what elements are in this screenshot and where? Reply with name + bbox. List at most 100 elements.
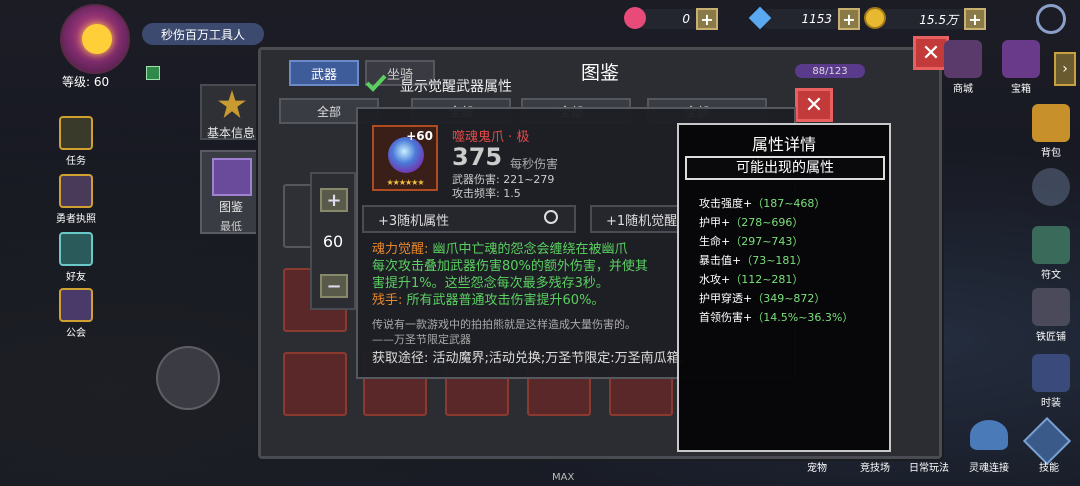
attribute-range: （187~468） bbox=[752, 197, 826, 210]
rune-button[interactable]: 符文 bbox=[1028, 226, 1074, 281]
attribute-range: （73~181） bbox=[741, 254, 808, 267]
awaken-key: 魂力觉醒: bbox=[372, 242, 429, 257]
basic-info-label: 基本信息 bbox=[206, 126, 255, 140]
weapon-grid-cell[interactable] bbox=[283, 352, 347, 416]
backpack-icon bbox=[1032, 104, 1070, 142]
anvil-icon bbox=[1032, 288, 1070, 326]
dps-label: 每秒伤害 bbox=[510, 157, 559, 171]
currency-value: 1153 bbox=[801, 12, 832, 26]
lowest-label: 最低 bbox=[220, 220, 242, 233]
daily-button[interactable]: 日常玩法 bbox=[904, 459, 954, 474]
add-diamonds-button[interactable]: + bbox=[838, 8, 860, 30]
friends-button[interactable]: 好友 bbox=[55, 232, 97, 283]
attribute-name: 护甲穿透+ bbox=[699, 292, 753, 305]
attribute-row: 护甲+（278~696） bbox=[699, 214, 803, 230]
shop-button[interactable]: 商城 bbox=[940, 40, 986, 95]
costume-label: 时装 bbox=[1041, 398, 1061, 409]
decrease-button[interactable]: − bbox=[320, 274, 348, 298]
random-attribute-label: +3随机属性 bbox=[378, 213, 450, 229]
license-button[interactable]: 勇者执照 bbox=[55, 174, 97, 225]
weapon-attack-rate: 攻击频率: 1.5 bbox=[452, 187, 521, 200]
desc-line-4: 所有武器普通攻击伤害提升60%。 bbox=[406, 293, 605, 308]
weapon-source: 获取途径: 活动魔界;活动兑换;万圣节限定:万圣南瓜箱; bbox=[372, 351, 685, 366]
basic-info-tab[interactable]: 基本信息 bbox=[200, 84, 262, 140]
collection-progress: 88/123 bbox=[795, 64, 865, 78]
dpad-icon[interactable] bbox=[1032, 168, 1070, 206]
quest-label: 任务 bbox=[66, 156, 86, 167]
license-label: 勇者执照 bbox=[56, 214, 96, 225]
chevron-right-icon[interactable]: › bbox=[1054, 52, 1076, 86]
pets-label: 宠物 bbox=[807, 463, 827, 474]
weapon-dps: 375 bbox=[452, 143, 503, 171]
soul-link-icon bbox=[970, 420, 1008, 450]
currency-diamonds: 1153 + bbox=[748, 6, 860, 30]
desc-line-2: 每次攻击叠加武器伤害80%的额外伤害，并使其 bbox=[372, 259, 648, 274]
codex-tab[interactable]: 图鉴 最低 bbox=[200, 150, 262, 234]
attribute-range: （278~696） bbox=[730, 216, 804, 229]
skills-label: 技能 bbox=[1039, 463, 1059, 474]
rune-label: 符文 bbox=[1041, 270, 1061, 281]
desc-line-3: 害提升1%。这些怨念每次最多残存3秒。 bbox=[372, 276, 609, 291]
currency-gold: 15.5万 + bbox=[864, 7, 986, 30]
daily-label: 日常玩法 bbox=[909, 463, 949, 474]
increase-button[interactable]: + bbox=[320, 188, 348, 212]
arena-button[interactable]: 竞技场 bbox=[850, 459, 900, 474]
edit-icon[interactable] bbox=[146, 66, 160, 80]
pink-gem-icon bbox=[624, 7, 646, 29]
chest-label: 宝箱 bbox=[1011, 84, 1031, 95]
random-attribute-button[interactable]: +3随机属性 bbox=[362, 205, 576, 233]
player-avatar[interactable] bbox=[60, 4, 130, 74]
star-icon bbox=[218, 90, 246, 118]
add-pink-gems-button[interactable]: + bbox=[696, 8, 718, 30]
attribute-name: 暴击值+ bbox=[699, 254, 742, 267]
attribute-name: 生命+ bbox=[699, 235, 731, 248]
quantity-stepper: + 60 − bbox=[310, 172, 356, 310]
close-detail-button[interactable]: ✕ bbox=[795, 88, 833, 122]
quantity-value: 60 bbox=[322, 232, 344, 251]
attribute-row: 攻击强度+（187~468） bbox=[699, 195, 825, 211]
attribute-row: 水攻+（112~281） bbox=[699, 271, 803, 287]
currency-value: 15.5万 bbox=[919, 12, 958, 27]
checkmark-icon[interactable] bbox=[364, 72, 388, 94]
costume-icon bbox=[1032, 354, 1070, 392]
currency-value: 0 bbox=[682, 12, 690, 26]
add-gold-button[interactable]: + bbox=[964, 8, 986, 30]
desc-line-1: 幽爪中亡魂的怨念会缠绕在被幽爪 bbox=[432, 242, 628, 257]
pets-button[interactable]: 宠物 bbox=[792, 459, 842, 474]
chest-button[interactable]: 宝箱 bbox=[998, 40, 1044, 95]
attribute-panel-title: 属性详情 bbox=[751, 135, 816, 154]
settings-gear-icon[interactable] bbox=[1036, 4, 1066, 34]
backpack-button[interactable]: 背包 bbox=[1028, 104, 1074, 159]
attribute-name: 护甲+ bbox=[699, 216, 731, 229]
weapon-thumbnail: +60 ★★★★★★ bbox=[372, 125, 438, 191]
attribute-details-panel: 属性详情 可能出现的属性 攻击强度+（187~468） 护甲+（278~696）… bbox=[677, 123, 891, 452]
costume-button[interactable]: 时装 bbox=[1028, 354, 1074, 409]
filter-label: 全部 bbox=[317, 104, 342, 119]
currency-pink-gems: 0 + bbox=[624, 7, 718, 30]
attribute-name: 首领伤害+ bbox=[699, 311, 753, 324]
exclamation-icon bbox=[59, 116, 93, 150]
virtual-joystick[interactable] bbox=[156, 346, 220, 410]
guild-button[interactable]: 公会 bbox=[55, 288, 97, 339]
soul-link-button[interactable]: 灵魂连接 bbox=[964, 459, 1014, 474]
soul-link-label: 灵魂连接 bbox=[969, 463, 1009, 474]
attribute-range: （112~281） bbox=[730, 273, 804, 286]
weapon-passive-description: 残手: 所有武器普通攻击伤害提升60%。 bbox=[372, 292, 702, 309]
skills-button[interactable]: 技能 bbox=[1024, 459, 1074, 474]
weapon-lore: 传说有一款游戏中的拍拍熊就是这样造成大量伤害的。 bbox=[372, 318, 636, 331]
weapon-plus-level: +60 bbox=[406, 129, 433, 143]
quest-button[interactable]: 任务 bbox=[55, 116, 97, 167]
gold-coin-icon bbox=[864, 7, 886, 29]
blacksmith-label: 铁匠铺 bbox=[1036, 332, 1066, 343]
blacksmith-button[interactable]: 铁匠铺 bbox=[1028, 288, 1074, 343]
attribute-name: 攻击强度+ bbox=[699, 197, 753, 210]
friend-icon bbox=[59, 232, 93, 266]
weapon-awaken-description: 魂力觉醒: 幽爪中亡魂的怨念会缠绕在被幽爪 bbox=[372, 241, 702, 258]
attribute-name: 水攻+ bbox=[699, 273, 731, 286]
shop-label: 商城 bbox=[953, 84, 973, 95]
attribute-panel-subtitle: 可能出现的属性 bbox=[685, 156, 885, 180]
avatar-emblem-icon bbox=[82, 24, 112, 54]
weapon-stars: ★★★★★★ bbox=[386, 178, 424, 187]
friends-label: 好友 bbox=[66, 272, 86, 283]
codex-label: 图鉴 bbox=[218, 200, 243, 214]
